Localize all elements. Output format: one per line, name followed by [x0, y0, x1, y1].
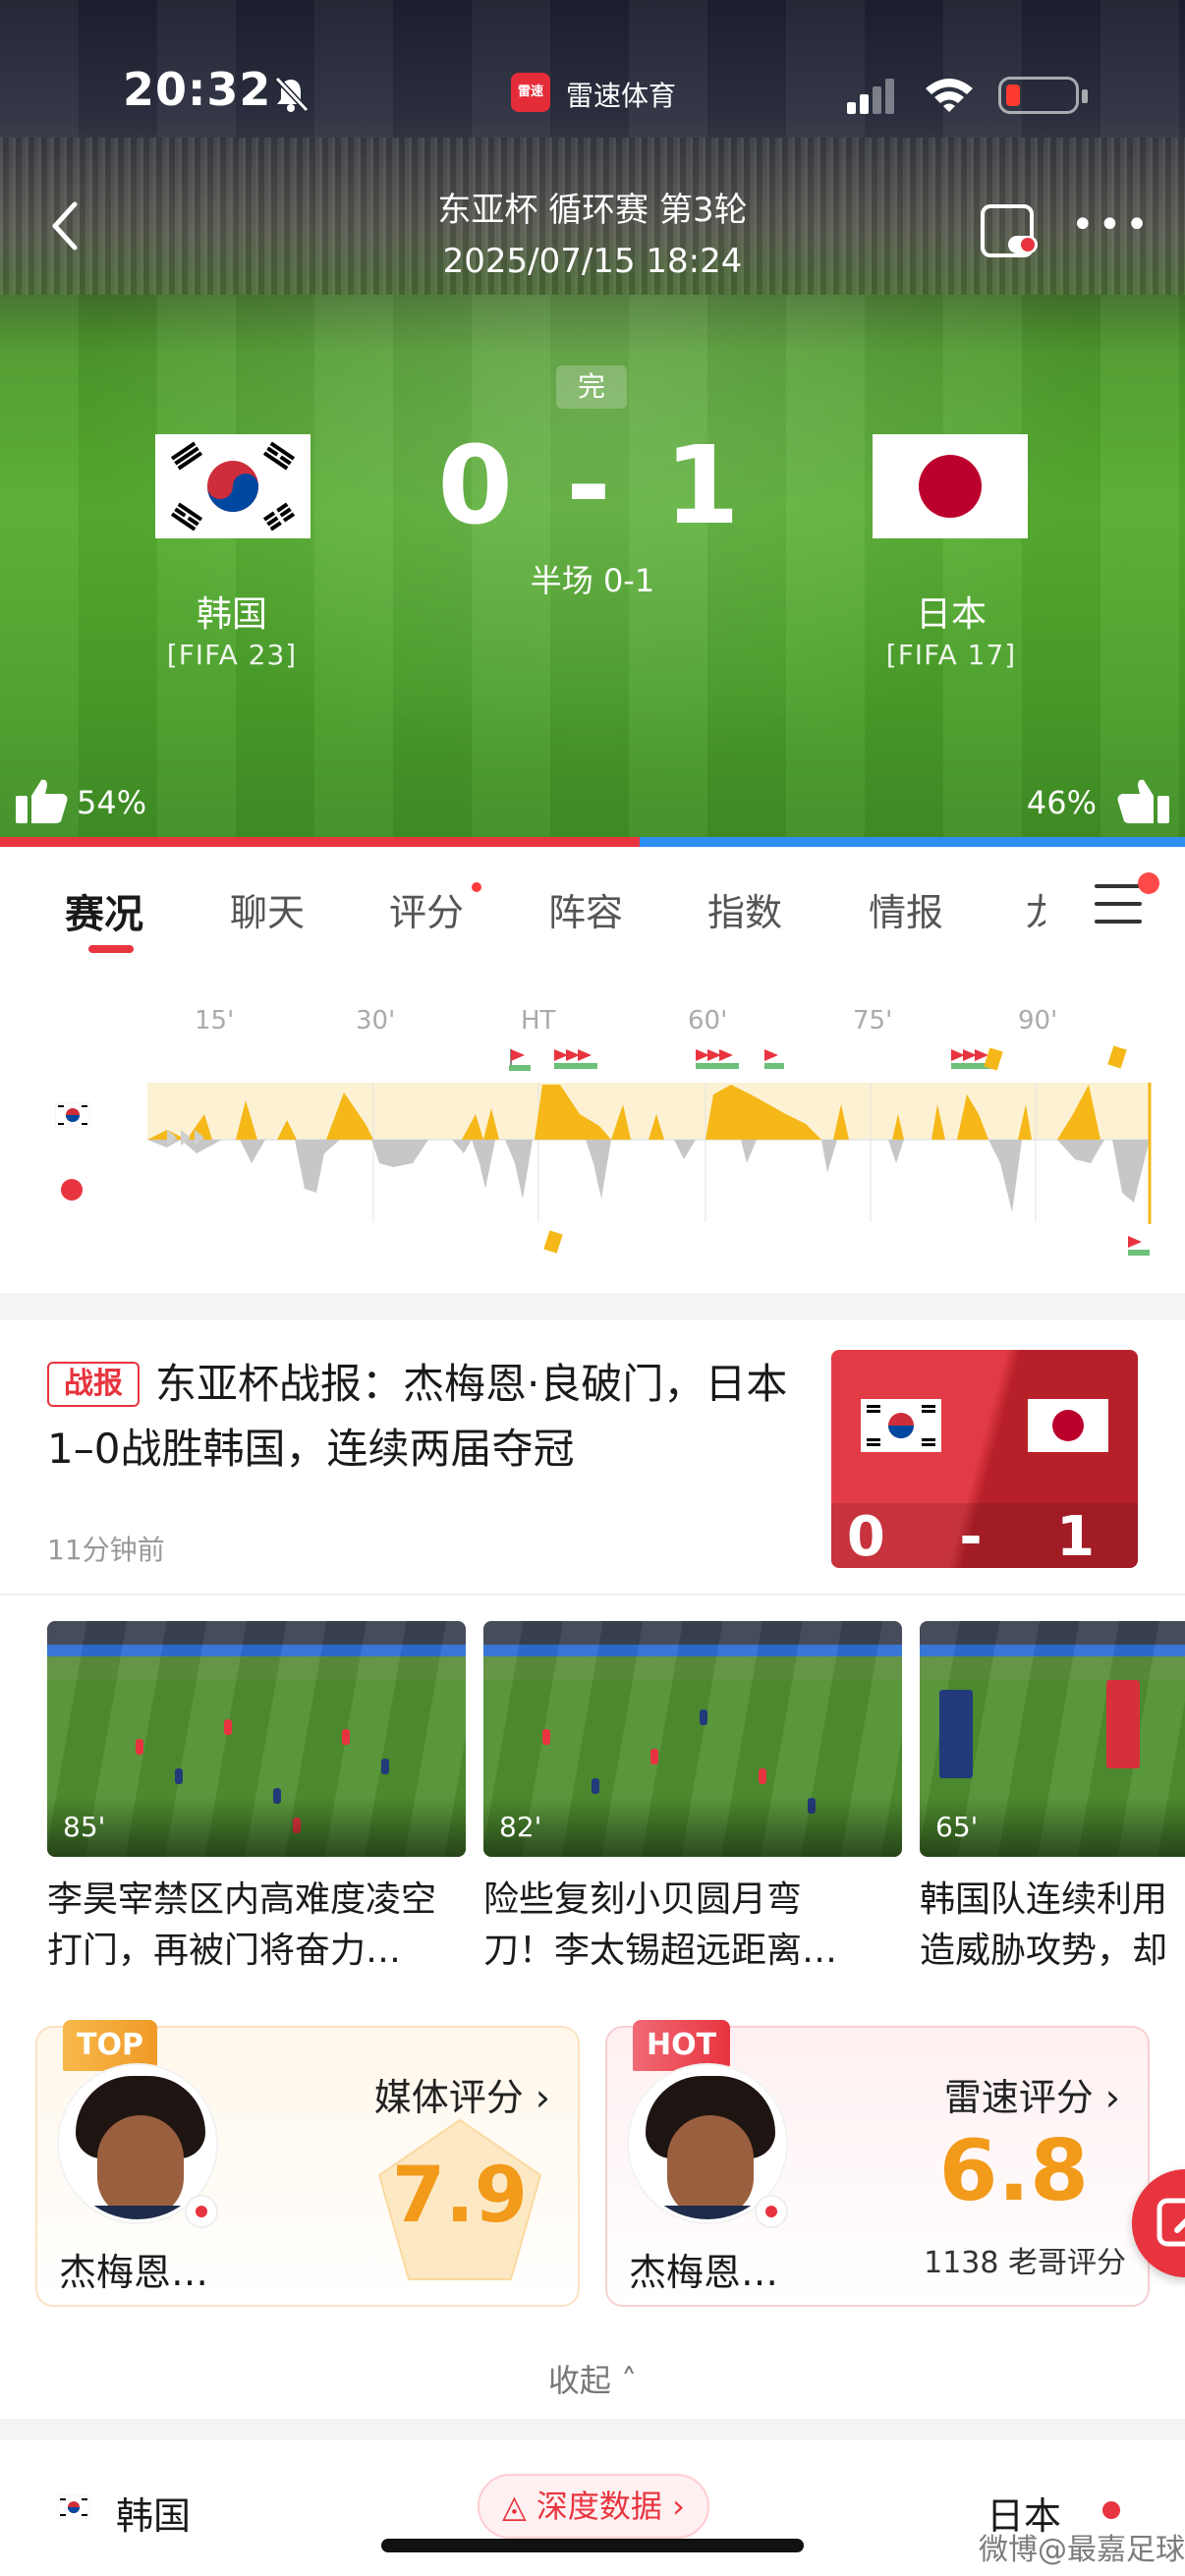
bell-muted-icon [274, 76, 310, 113]
video-caption: 险些复刻小贝圆月弯 刀！李太锡超远距离… [483, 1875, 902, 1977]
away-momentum-area [147, 1140, 1150, 1212]
divider [0, 1594, 1185, 1596]
away-team-fifa-rank: [FIFA 17] [885, 639, 1017, 671]
player-country-flag [185, 2195, 218, 2228]
match-status-badge: 完 [556, 365, 627, 409]
watermark: 微博@最嘉足球 [979, 2533, 1185, 2567]
leisu-rating-card[interactable]: HOT 雷速评分 › 杰梅恩… 6.8 1138 老哥评分 [605, 2020, 1150, 2307]
bottom-home-team[interactable]: 韩国 [116, 2486, 191, 2540]
away-team-name[interactable]: 日本 [804, 586, 1099, 637]
video-caption-line: 韩国队连续利用 [920, 1879, 1168, 1920]
tab-ratings-notification-dot [472, 882, 481, 892]
tab-lineup[interactable]: 阵容 [548, 882, 623, 936]
away-team-flag[interactable] [873, 434, 1028, 538]
away-flag-icon [1102, 2501, 1120, 2519]
media-rating-card[interactable]: TOP 媒体评分 › 杰梅恩… 7.9 [35, 2020, 580, 2307]
screen-cast-icon[interactable] [979, 202, 1044, 261]
tab-bar: 赛况 聊天 评分 阵容 指数 情报 龙 [0, 847, 1185, 965]
tab-odds[interactable]: 指数 [707, 882, 782, 936]
tab-ratings[interactable]: 评分 [389, 882, 464, 936]
momentum-chart [147, 1045, 1152, 1256]
video-thumbnail[interactable]: 82' [483, 1621, 902, 1857]
video-card[interactable]: 85' 李昊宰禁区内高难度凌空 打门，再被门将奋力… [47, 1621, 466, 1977]
home-support-thumbs-up-icon[interactable] [14, 776, 69, 825]
video-caption: 李昊宰禁区内高难度凌空 打门，再被门将奋力… [47, 1875, 466, 1977]
video-card[interactable]: 82' 险些复刻小贝圆月弯 刀！李太锡超远距离… [483, 1621, 902, 1977]
yellow-card-markers [543, 1045, 1127, 1254]
battery-icon [998, 77, 1088, 114]
scorecard-away-flag [1028, 1399, 1108, 1452]
section-gap [0, 1293, 1185, 1320]
collapse-button[interactable]: 收起 ˄ [0, 2356, 1185, 2401]
home-team-flag[interactable] [155, 434, 310, 538]
media-rating-score: 7.9 [391, 2152, 529, 2240]
news-timestamp: 11分钟前 [47, 1534, 165, 1566]
section-gap [0, 2419, 1185, 2440]
home-momentum-band [147, 1083, 1150, 1140]
video-caption-line: 李昊宰禁区内高难度凌空 [47, 1879, 437, 1920]
video-card[interactable]: 65' 韩国队连续利用 造威胁攻势，却 [920, 1621, 1185, 1977]
app-logo: 雷速 [511, 73, 550, 112]
tab-menu-icon[interactable] [1095, 884, 1142, 927]
home-indicator[interactable] [381, 2539, 804, 2552]
away-support-thumbs-up-icon[interactable] [1116, 776, 1171, 825]
scorecard-home-flag [861, 1399, 941, 1452]
video-duration: 85' [63, 1811, 106, 1843]
wifi-icon [926, 79, 973, 112]
hot-badge: HOT [633, 2020, 731, 2071]
home-team-fifa-rank: [FIFA 23] [166, 639, 298, 671]
home-flag-icon [57, 2495, 90, 2519]
tab-chat[interactable]: 聊天 [230, 882, 305, 936]
news-tag-badge: 战报 [47, 1362, 140, 1407]
status-time: 20:32 [123, 63, 272, 116]
player-country-flag [755, 2195, 788, 2228]
news-thumbnail-scorecard[interactable]: 0 - 1 [831, 1350, 1138, 1568]
more-options-icon[interactable]: ••• [1071, 205, 1149, 250]
top-badge: TOP [63, 2020, 157, 2071]
tab-live[interactable]: 赛况 [65, 882, 143, 939]
away-support-percent: 46% [1026, 784, 1097, 821]
match-momentum-timeline[interactable]: 15' 30' HT 60' 75' 90' [0, 967, 1185, 1291]
video-caption-line: 刀！李太锡超远距离… [483, 1931, 838, 1971]
support-ratio-bar [0, 837, 1185, 847]
home-support-fill [0, 837, 641, 847]
video-thumbnail[interactable]: 85' [47, 1621, 466, 1857]
leisu-rating-title[interactable]: 雷速评分 › [944, 2067, 1120, 2121]
video-caption: 韩国队连续利用 造威胁攻势，却 [920, 1875, 1185, 1977]
leisu-rating-score: 6.8 [938, 2122, 1089, 2220]
menu-notification-dot [1138, 872, 1159, 894]
active-tab-indicator [88, 945, 134, 953]
leisu-rating-count: 1138 老哥评分 [924, 2246, 1126, 2280]
scorecard-score: 0 - 1 [846, 1505, 1123, 1568]
tab-more-partial[interactable]: 龙 [1026, 882, 1045, 936]
player-name[interactable]: 杰梅恩… [59, 2242, 208, 2296]
video-duration: 82' [499, 1811, 542, 1843]
player-name[interactable]: 杰梅恩… [629, 2242, 778, 2296]
video-caption-line: 打门，再被门将奋力… [47, 1931, 402, 1971]
news-headline[interactable]: 东亚杯战报：杰梅恩·良破门，日本1–0战胜韩国，连续两届夺冠 [47, 1352, 794, 1482]
home-team-name[interactable]: 韩国 [85, 586, 379, 637]
video-thumbnail[interactable]: 65' [920, 1621, 1185, 1857]
signal-icon [847, 79, 894, 114]
video-duration: 65' [935, 1811, 979, 1843]
deep-data-button[interactable]: ◬ 深度数据 › [478, 2474, 709, 2539]
home-support-percent: 54% [77, 784, 147, 821]
video-caption-line: 造威胁攻势，却 [920, 1931, 1168, 1971]
video-caption-line: 险些复刻小贝圆月弯 [483, 1879, 803, 1920]
tab-intel[interactable]: 情报 [869, 882, 943, 936]
app-name: 雷速体育 [566, 80, 677, 112]
media-rating-title[interactable]: 媒体评分 › [374, 2067, 550, 2121]
